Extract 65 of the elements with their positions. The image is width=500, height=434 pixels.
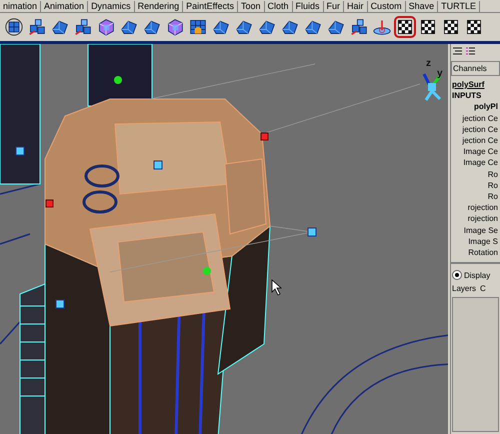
shelf-tab[interactable]: Shave	[406, 1, 438, 12]
shelf-tab[interactable]: TURTLE	[438, 1, 480, 12]
polygon-icon	[258, 18, 276, 36]
polygon-icon	[51, 18, 69, 36]
shelf-tab[interactable]: Rendering	[134, 1, 184, 12]
attribute-name[interactable]: Image Ce	[451, 157, 500, 169]
sphere-grid-icon	[5, 18, 23, 36]
axis-label: z	[426, 58, 431, 69]
grid-icon	[189, 18, 207, 36]
shelf-tab[interactable]: nimation	[0, 1, 42, 12]
cubes-icon	[28, 18, 46, 36]
shelf-button[interactable]	[3, 16, 25, 38]
attribute-name[interactable]: Ro	[451, 168, 500, 180]
attribute-name[interactable]: Image S	[451, 236, 500, 248]
shelf-tab[interactable]: Custom	[368, 1, 406, 12]
attribute-name[interactable]: Rotation	[451, 247, 500, 258]
display-label: Display	[464, 270, 490, 280]
node-name[interactable]: polySurf	[451, 79, 500, 90]
shelf-tab[interactable]: Animation	[41, 1, 88, 12]
shelf-tab[interactable]: Hair	[344, 1, 368, 12]
polygon-icon	[235, 18, 253, 36]
polygon-icon	[327, 18, 345, 36]
checker-icon	[442, 18, 460, 36]
shelf-tab[interactable]: Fur	[324, 1, 344, 12]
channels-tab[interactable]: Channels	[451, 61, 500, 76]
input-node-name[interactable]: polyPl	[451, 101, 500, 113]
polygon-icon	[212, 18, 230, 36]
cube-icon	[97, 18, 115, 36]
attribute-name[interactable]: Image Se	[451, 224, 500, 236]
shelf-button[interactable]	[394, 16, 416, 38]
polygon-icon	[281, 18, 299, 36]
display-radio[interactable]	[452, 270, 462, 280]
shelf-tab[interactable]: Toon	[238, 1, 265, 12]
color-list-icon[interactable]	[465, 46, 476, 57]
axis-label: y	[437, 68, 443, 79]
shelf-tab[interactable]: Dynamics	[88, 1, 135, 12]
shelf-button[interactable]	[348, 16, 370, 38]
list-icon[interactable]	[452, 46, 463, 57]
layer-tab[interactable]: C	[480, 284, 486, 294]
cube-icon	[166, 18, 184, 36]
inputs-label: INPUTS	[451, 90, 482, 102]
attribute-name[interactable]: jection Ce	[451, 124, 500, 136]
cone-icon	[373, 18, 391, 36]
attribute-name[interactable]: Image Ce	[451, 146, 500, 158]
shelf-button[interactable]	[72, 16, 94, 38]
checker-icon	[419, 18, 437, 36]
layer-tab[interactable]: Layers	[452, 284, 476, 294]
cubes-icon	[350, 18, 368, 36]
attribute-name[interactable]: Ro	[451, 180, 500, 192]
polygon-icon	[143, 18, 161, 36]
shelf-tab[interactable]: PaintEffects	[183, 1, 238, 12]
shelf-tab[interactable]: Fluids	[292, 1, 324, 12]
checker-icon	[396, 18, 414, 36]
checker-icon	[465, 18, 483, 36]
shelf-tab[interactable]: Cloth	[264, 1, 293, 12]
polygon-icon	[304, 18, 322, 36]
attribute-name[interactable]: jection Ce	[451, 112, 500, 124]
cubes-icon	[74, 18, 92, 36]
attribute-name[interactable]: rojection	[451, 213, 500, 225]
attribute-name[interactable]: rojection	[451, 202, 500, 214]
cursor-icon	[272, 279, 282, 296]
polygon-icon	[120, 18, 138, 36]
shelf-button[interactable]	[26, 16, 48, 38]
attribute-name[interactable]: Ro	[451, 191, 500, 202]
attribute-name[interactable]: jection Ce	[451, 135, 500, 146]
